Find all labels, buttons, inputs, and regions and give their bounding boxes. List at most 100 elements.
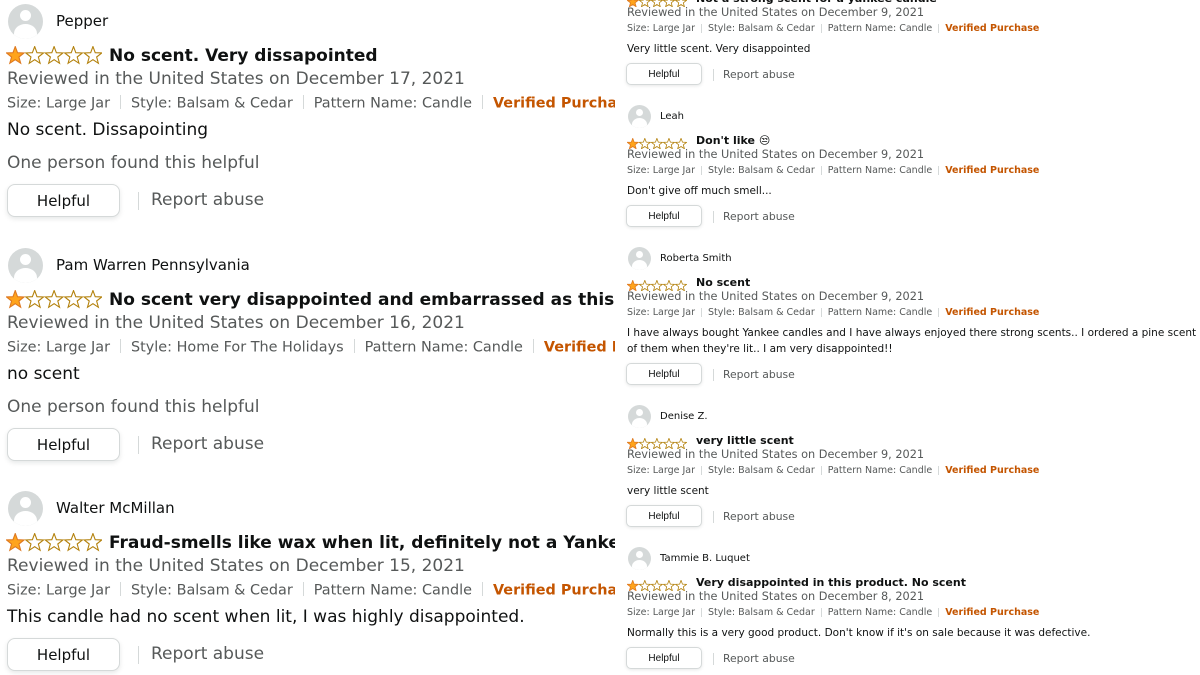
review-style[interactable]: Style: Home For The Holidays (131, 339, 344, 355)
star-empty-icon (650, 278, 664, 292)
review-title[interactable]: Fraud-smells like wax when lit, definite… (109, 533, 615, 553)
star-empty-icon (63, 531, 84, 552)
star-rating[interactable] (626, 276, 688, 292)
helpful-count: One person found this helpful (7, 153, 260, 173)
star-empty-icon (674, 278, 688, 292)
report-abuse-link[interactable]: Report abuse (151, 644, 264, 664)
avatar-icon (628, 547, 651, 570)
reviewer-name[interactable]: Leah (660, 111, 684, 122)
reviewer-name[interactable]: Tammie B. Luquet (660, 553, 750, 564)
reviewer-name[interactable]: Pepper (56, 12, 108, 30)
review-style[interactable]: Style: Balsam & Cedar (131, 582, 293, 598)
review-size: Size: Large Jar (627, 607, 695, 618)
star-empty-icon (63, 44, 84, 65)
star-empty-icon (82, 288, 104, 309)
star-rating[interactable] (4, 531, 104, 553)
divider (138, 192, 139, 210)
review-body: No scent. Dissapointing (7, 120, 209, 140)
helpful-count: One person found this helpful (7, 397, 260, 417)
star-filled-icon (4, 288, 26, 309)
review-date: Reviewed in the United States on Decembe… (7, 556, 465, 576)
review-pattern[interactable]: Pattern Name: Candle (314, 95, 472, 111)
star-rating[interactable] (626, 576, 688, 592)
rating-stars-icon (4, 288, 104, 309)
divider (938, 607, 940, 617)
review-date: Reviewed in the United States on Decembe… (7, 69, 465, 89)
star-empty-icon (82, 531, 104, 552)
review-card: Walter McMillan Fraud-smells like wax whe… (0, 487, 615, 675)
star-empty-icon (82, 44, 104, 65)
review-attributes: Size: Large Jar Style: Balsam & Cedar Patt… (7, 95, 615, 111)
review-size: Size: Large Jar (7, 339, 111, 356)
avatar-icon (8, 248, 43, 283)
avatar-icon (8, 4, 43, 39)
rating-stars-icon (4, 531, 104, 552)
review-title[interactable]: No scent (696, 276, 750, 289)
star-empty-icon (662, 278, 676, 292)
star-rating[interactable] (4, 44, 104, 66)
divider (713, 653, 714, 665)
star-empty-icon (24, 44, 45, 65)
star-empty-icon (662, 578, 676, 592)
reviewer-name[interactable]: Walter McMillan (56, 499, 175, 517)
divider (302, 95, 304, 110)
review-attributes: Size: Large Jar Style: Home For The Holid… (7, 339, 615, 355)
review-card: Pam Warren Pennsylvania No scent very dis… (0, 244, 615, 461)
verified-purchase-badge: Verified Purchase (945, 607, 1040, 618)
star-empty-icon (43, 288, 65, 309)
review-size: Size: Large Jar (7, 582, 111, 599)
review-style[interactable]: Style: Balsam & Cedar (708, 607, 815, 618)
divider (120, 95, 122, 110)
review-body: no scent (7, 364, 80, 384)
review-size: Size: Large Jar (7, 95, 111, 112)
verified-purchase-badge: Verified Purchase (492, 95, 615, 112)
review-style[interactable]: Style: Balsam & Cedar (131, 95, 293, 111)
review-date: Reviewed in the United States on Decembe… (627, 590, 925, 603)
helpful-button[interactable]: Helpful (7, 184, 120, 217)
star-empty-icon (43, 44, 65, 65)
review-card: Pepper No scent. Very dissapointed Reviewe… (0, 0, 615, 217)
star-filled-icon (626, 278, 640, 292)
star-filled-icon (4, 44, 26, 65)
divider (481, 582, 483, 597)
review-title[interactable]: Very disappointed in this product. No sc… (696, 576, 966, 589)
reviewer-name[interactable]: Denise Z. (660, 411, 708, 422)
review-date: Reviewed in the United States on Decembe… (7, 313, 465, 333)
star-empty-icon (674, 578, 688, 592)
star-rating[interactable] (4, 288, 104, 310)
left-review-panel: Pepper No scent. Very dissapointed Reviewe… (0, 0, 615, 675)
star-empty-icon (650, 578, 664, 592)
review-title[interactable]: No scent. Very dissapointed (109, 46, 378, 66)
verified-purchase-badge: Verified Purchase (492, 582, 615, 599)
reviewer-name[interactable]: Roberta Smith (660, 253, 732, 264)
review-title[interactable]: No scent very disappointed and embarrass… (109, 290, 615, 310)
review-pattern[interactable]: Pattern Name: Candle (314, 582, 472, 598)
report-abuse-link[interactable]: Report abuse (151, 190, 264, 210)
divider (701, 607, 702, 617)
right-review-panel: Not a strong scent for a yankee candleRe… (615, 0, 1200, 675)
divider (138, 646, 139, 664)
rating-stars-icon (4, 44, 104, 65)
review-card: Tammie B. Luquet Very disappointed in thi… (615, 442, 1200, 675)
review-body: This candle had no scent when lit, I was… (7, 607, 525, 627)
helpful-button[interactable]: Helpful (7, 638, 120, 671)
star-empty-icon (63, 288, 84, 309)
review-pattern[interactable]: Pattern Name: Candle (365, 339, 523, 355)
star-filled-icon (4, 531, 26, 552)
report-abuse-link[interactable]: Report abuse (723, 652, 795, 665)
avatar-icon (628, 105, 651, 128)
helpful-button[interactable]: Helpful (7, 428, 120, 461)
divider (820, 607, 822, 617)
star-empty-icon (24, 288, 45, 309)
helpful-button[interactable]: Helpful (626, 647, 702, 669)
star-empty-icon (24, 531, 45, 552)
divider (532, 339, 534, 354)
divider (481, 95, 483, 110)
avatar-icon (628, 247, 651, 270)
star-empty-icon (638, 278, 652, 292)
divider (353, 339, 355, 354)
star-filled-icon (626, 578, 640, 592)
reviewer-name[interactable]: Pam Warren Pennsylvania (56, 256, 250, 274)
review-pattern[interactable]: Pattern Name: Candle (828, 607, 932, 618)
report-abuse-link[interactable]: Report abuse (151, 434, 264, 454)
